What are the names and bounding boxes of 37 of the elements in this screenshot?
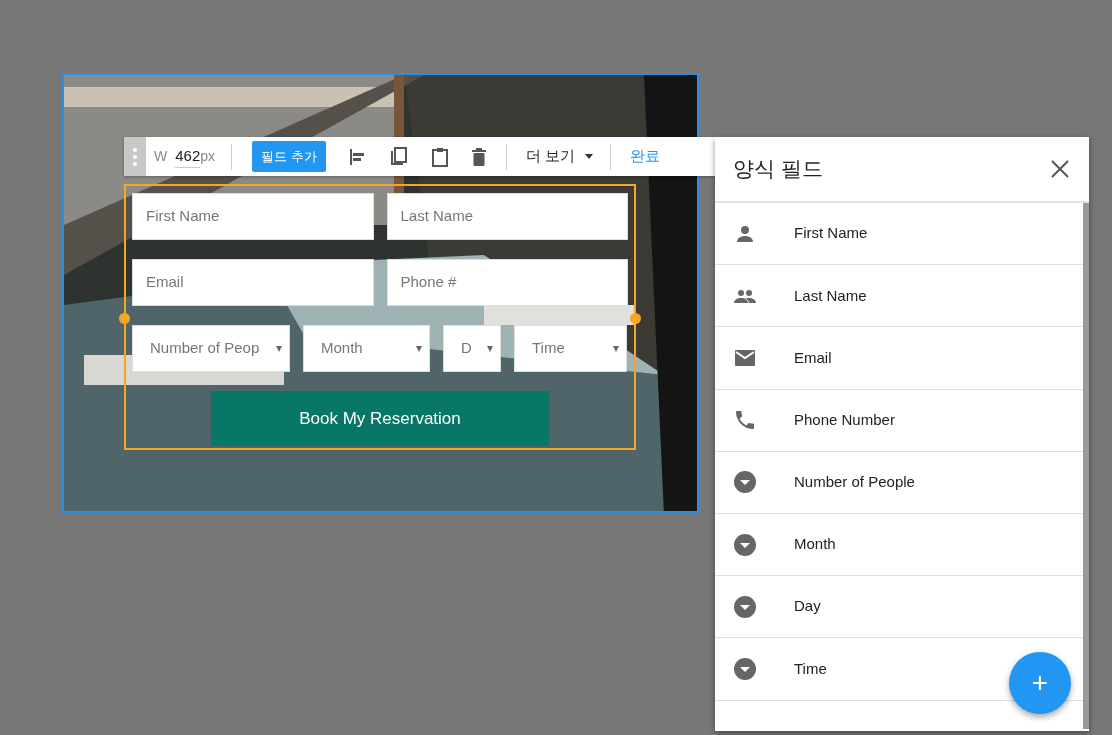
field-list-item[interactable]: Number of People — [794, 471, 915, 494]
dropdown-icon — [733, 532, 757, 557]
caret-icon — [584, 154, 593, 159]
resize-handle[interactable] — [630, 313, 641, 324]
trash-icon[interactable] — [471, 147, 486, 166]
field-list-item[interactable]: Time — [794, 657, 827, 681]
field-list-item[interactable]: Day — [794, 595, 821, 618]
field-list-item[interactable]: Month — [794, 533, 836, 556]
input-field[interactable]: First Name — [132, 193, 374, 240]
select-field[interactable]: Time — [514, 325, 627, 372]
done-button[interactable]: 완료 — [628, 144, 661, 169]
field-list-item[interactable]: Last Name — [794, 284, 867, 308]
field-list-item[interactable]: First Name — [794, 222, 868, 245]
copy-icon[interactable] — [389, 146, 408, 167]
field-list-item[interactable]: Phone Number — [794, 408, 895, 432]
input-field[interactable]: Phone # — [386, 259, 628, 306]
select-field[interactable]: Number of Peop — [132, 325, 290, 372]
dropdown-icon — [733, 594, 757, 619]
select-field[interactable]: Month — [303, 325, 430, 372]
resize-handle[interactable] — [119, 313, 130, 324]
add-field-button[interactable]: 필드 추가 — [252, 140, 326, 173]
clipboard-icon[interactable] — [431, 146, 448, 167]
close-icon[interactable] — [1051, 160, 1069, 178]
more-menu[interactable]: 더 보기 — [524, 144, 594, 169]
panel-title: 양식 필드 — [733, 156, 823, 183]
unit-label: px — [200, 147, 216, 166]
dropdown-icon — [733, 656, 757, 681]
align-left-icon[interactable] — [347, 147, 366, 166]
dropdown-icon — [733, 470, 757, 495]
select-field[interactable]: D — [443, 325, 501, 372]
width-input[interactable]: 462 — [175, 144, 201, 169]
input-field[interactable]: Email — [132, 259, 374, 306]
width-label: W — [154, 147, 168, 166]
drag-handle-icon[interactable] — [124, 137, 146, 176]
input-field[interactable]: Last Name — [386, 193, 628, 240]
submit-button[interactable]: Book My Reservation — [211, 391, 549, 446]
field-list-item[interactable]: Email — [794, 346, 832, 370]
